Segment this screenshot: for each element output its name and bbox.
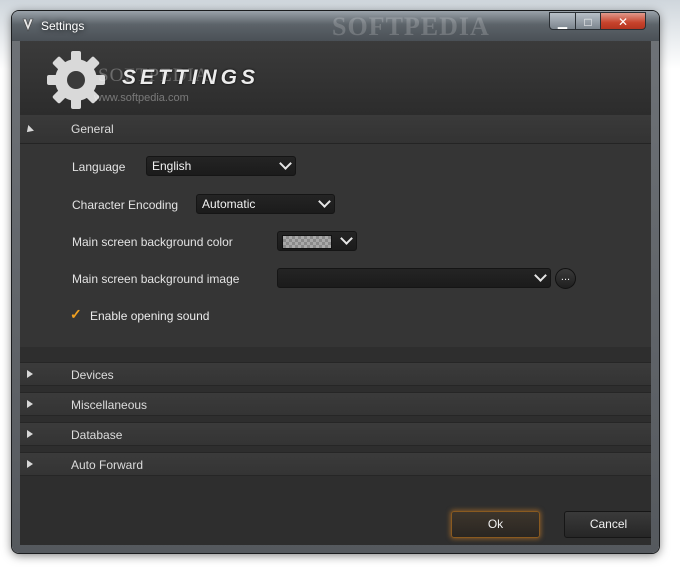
collapsed-arrow-icon — [27, 370, 33, 378]
section-miscellaneous[interactable]: Miscellaneous — [20, 392, 651, 416]
section-devices[interactable]: Devices — [20, 362, 651, 386]
encoding-select-value: Automatic — [202, 197, 256, 211]
chevron-down-icon — [279, 157, 292, 170]
opening-sound-checkbox[interactable]: ✓ — [70, 307, 83, 321]
settings-window: Settings SOFTPEDIA ▁ □ ✕ SOFTPEDIA SETTI… — [12, 11, 659, 553]
settings-logo: SETTINGS — [122, 66, 260, 89]
section-general[interactable]: General — [20, 115, 651, 144]
settings-header: SOFTPEDIA SETTINGS www.softpedia.com — [20, 41, 651, 116]
maximize-button[interactable]: □ — [575, 12, 601, 30]
header-watermark-url: www.softpedia.com — [94, 92, 189, 104]
browse-image-button[interactable]: ... — [555, 268, 576, 289]
minimize-button[interactable]: ▁ — [549, 12, 576, 30]
section-database[interactable]: Database — [20, 422, 651, 446]
chevron-down-icon — [340, 232, 353, 245]
section-auto-forward-label: Auto Forward — [71, 458, 144, 472]
section-miscellaneous-label: Miscellaneous — [71, 398, 148, 412]
ok-button[interactable]: Ok — [451, 511, 540, 538]
encoding-select[interactable]: Automatic — [196, 194, 335, 214]
color-swatch — [282, 235, 332, 249]
language-label: Language — [72, 160, 126, 174]
app-icon — [22, 18, 34, 32]
collapsed-arrow-icon — [27, 430, 33, 438]
general-panel: General Language English Character Encod… — [20, 115, 651, 347]
close-button[interactable]: ✕ — [600, 12, 646, 30]
section-general-label: General — [71, 122, 114, 136]
opening-sound-label[interactable]: Enable opening sound — [90, 309, 209, 323]
section-database-label: Database — [71, 428, 123, 442]
expanded-arrow-icon — [24, 125, 34, 135]
cancel-button[interactable]: Cancel — [564, 511, 651, 538]
section-auto-forward[interactable]: Auto Forward — [20, 452, 651, 476]
bg-color-picker[interactable] — [277, 231, 357, 251]
language-select[interactable]: English — [146, 156, 296, 176]
language-select-value: English — [152, 159, 192, 173]
section-devices-label: Devices — [71, 368, 114, 382]
window-title: Settings — [41, 19, 85, 33]
chevron-down-icon — [318, 195, 331, 208]
collapsed-arrow-icon — [27, 400, 33, 408]
title-bar[interactable]: Settings SOFTPEDIA ▁ □ ✕ — [12, 11, 659, 41]
chevron-down-icon — [534, 269, 547, 282]
collapsed-arrow-icon — [27, 460, 33, 468]
settings-content: SOFTPEDIA SETTINGS www.softpedia.com Gen… — [20, 41, 651, 545]
bg-image-label: Main screen background image — [72, 272, 240, 286]
title-watermark: SOFTPEDIA — [332, 12, 490, 41]
bg-color-label: Main screen background color — [72, 235, 233, 249]
encoding-label: Character Encoding — [72, 198, 179, 212]
bg-image-select[interactable] — [277, 268, 551, 288]
